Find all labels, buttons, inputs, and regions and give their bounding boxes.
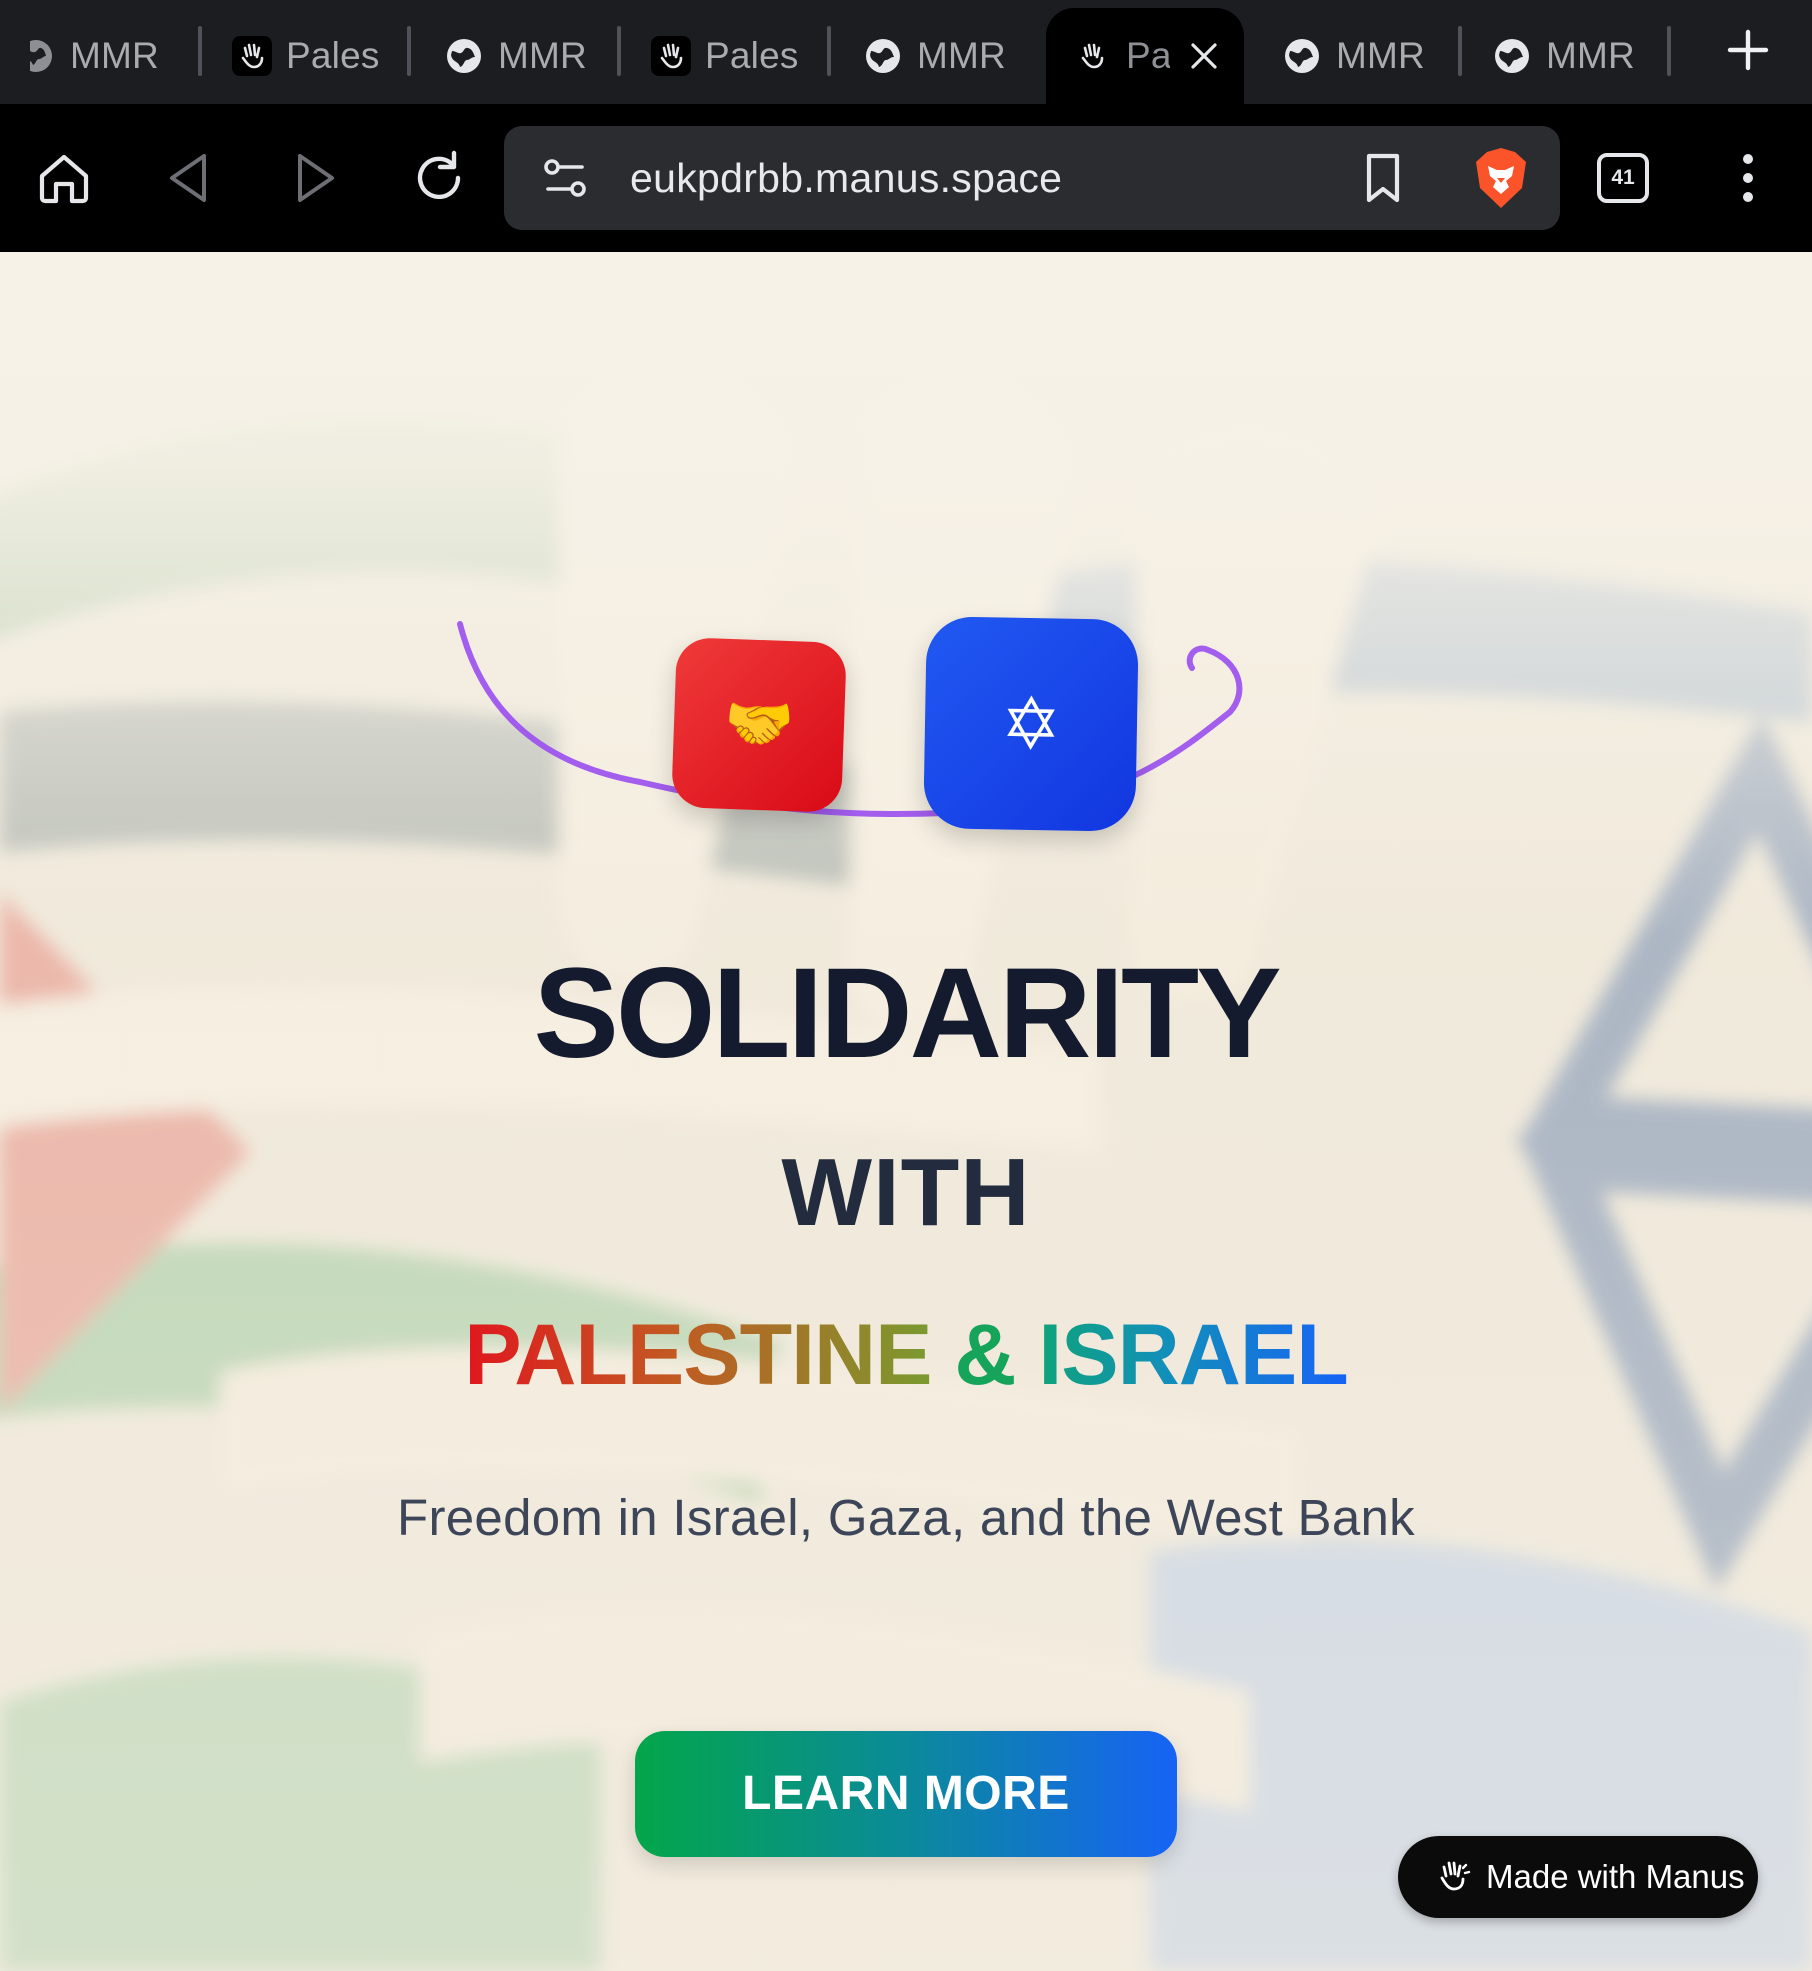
web-page: 🤝 ✡ SOLIDARITY WITH PALESTINE & ISRAEL F…: [0, 252, 1812, 1971]
new-tab-plus-icon[interactable]: [1724, 26, 1772, 74]
url-text[interactable]: eukpdrbb.manus.space: [630, 126, 1062, 230]
tab-title: MMR: [70, 35, 159, 76]
browser-toolbar: eukpdrbb.manus.space 41: [0, 104, 1812, 252]
tab-count-button[interactable]: 41: [1597, 153, 1649, 203]
tab-separator: [198, 26, 202, 76]
back-icon[interactable]: [160, 148, 220, 208]
handshake-tile-icon: 🤝: [671, 637, 847, 813]
browser-tab[interactable]: MMR: [1282, 8, 1432, 104]
manus-hand-icon: [651, 36, 691, 76]
tab-title: MMR: [1546, 35, 1635, 76]
woven-flags-background-image: [0, 252, 1812, 1971]
tab-separator: [1458, 26, 1462, 76]
browser-tab[interactable]: Pales: [232, 8, 380, 104]
home-icon[interactable]: [34, 148, 94, 208]
heading-with: WITH: [781, 1139, 1031, 1246]
heading-ampersand: &: [954, 1307, 1016, 1403]
browser-tab-active[interactable]: Pa: [1046, 8, 1244, 104]
hero-subtitle: Freedom in Israel, Gaza, and the West Ba…: [397, 1489, 1415, 1546]
globe-icon: [866, 39, 900, 73]
star-of-david-icon: ✡: [1000, 681, 1062, 767]
tab-separator: [407, 26, 411, 76]
globe-icon: [30, 40, 52, 72]
globe-icon: [1495, 39, 1529, 73]
reload-icon[interactable]: [410, 148, 470, 208]
globe-icon: [1285, 39, 1319, 73]
browser-tab[interactable]: MMR: [1492, 8, 1642, 104]
tab-title: MMR: [1336, 35, 1425, 76]
browser-tab[interactable]: Pales: [651, 8, 799, 104]
star-of-david-tile-icon: ✡: [923, 616, 1139, 832]
learn-more-button[interactable]: LEARN MORE: [635, 1731, 1177, 1857]
handshake-icon: 🤝: [723, 690, 795, 759]
tab-title: MMR: [498, 35, 587, 76]
heading-israel: ISRAEL: [1038, 1307, 1348, 1403]
tab-title: MMR: [917, 35, 1006, 76]
close-icon[interactable]: [1184, 36, 1224, 76]
heading-palestine: PALESTINE: [464, 1307, 932, 1403]
forward-icon[interactable]: [284, 148, 344, 208]
site-settings-icon[interactable]: [536, 148, 596, 208]
brave-shield-icon[interactable]: [1468, 144, 1534, 212]
tab-separator: [617, 26, 621, 76]
manus-hand-icon: [1072, 36, 1112, 76]
browser-tab[interactable]: MMR: [863, 8, 1013, 104]
address-bar[interactable]: eukpdrbb.manus.space: [504, 126, 1560, 230]
bookmark-icon[interactable]: [1353, 148, 1413, 208]
badge-label: Made with Manus: [1486, 1858, 1745, 1895]
tab-title: Pales: [705, 35, 799, 76]
made-with-manus-badge[interactable]: Made with Manus: [1398, 1836, 1758, 1918]
browser-tab[interactable]: MMR: [444, 8, 594, 104]
tab-title: Pales: [286, 35, 380, 76]
globe-icon: [447, 39, 481, 73]
browser-tab[interactable]: MMR: [30, 8, 170, 104]
tab-separator: [827, 26, 831, 76]
heading-solidarity: SOLIDARITY: [533, 942, 1281, 1085]
manus-hand-icon: [1440, 1861, 1471, 1891]
tab-title: Pa: [1126, 35, 1170, 76]
heading-palestine-israel: PALESTINE & ISRAEL: [0, 1306, 1812, 1405]
tab-strip: MMR Pales MMR Pales MMR Pa MMR MMR: [0, 0, 1812, 104]
menu-kebab-icon[interactable]: [1718, 148, 1778, 208]
tab-separator: [1667, 26, 1671, 76]
manus-hand-icon: [232, 36, 272, 76]
